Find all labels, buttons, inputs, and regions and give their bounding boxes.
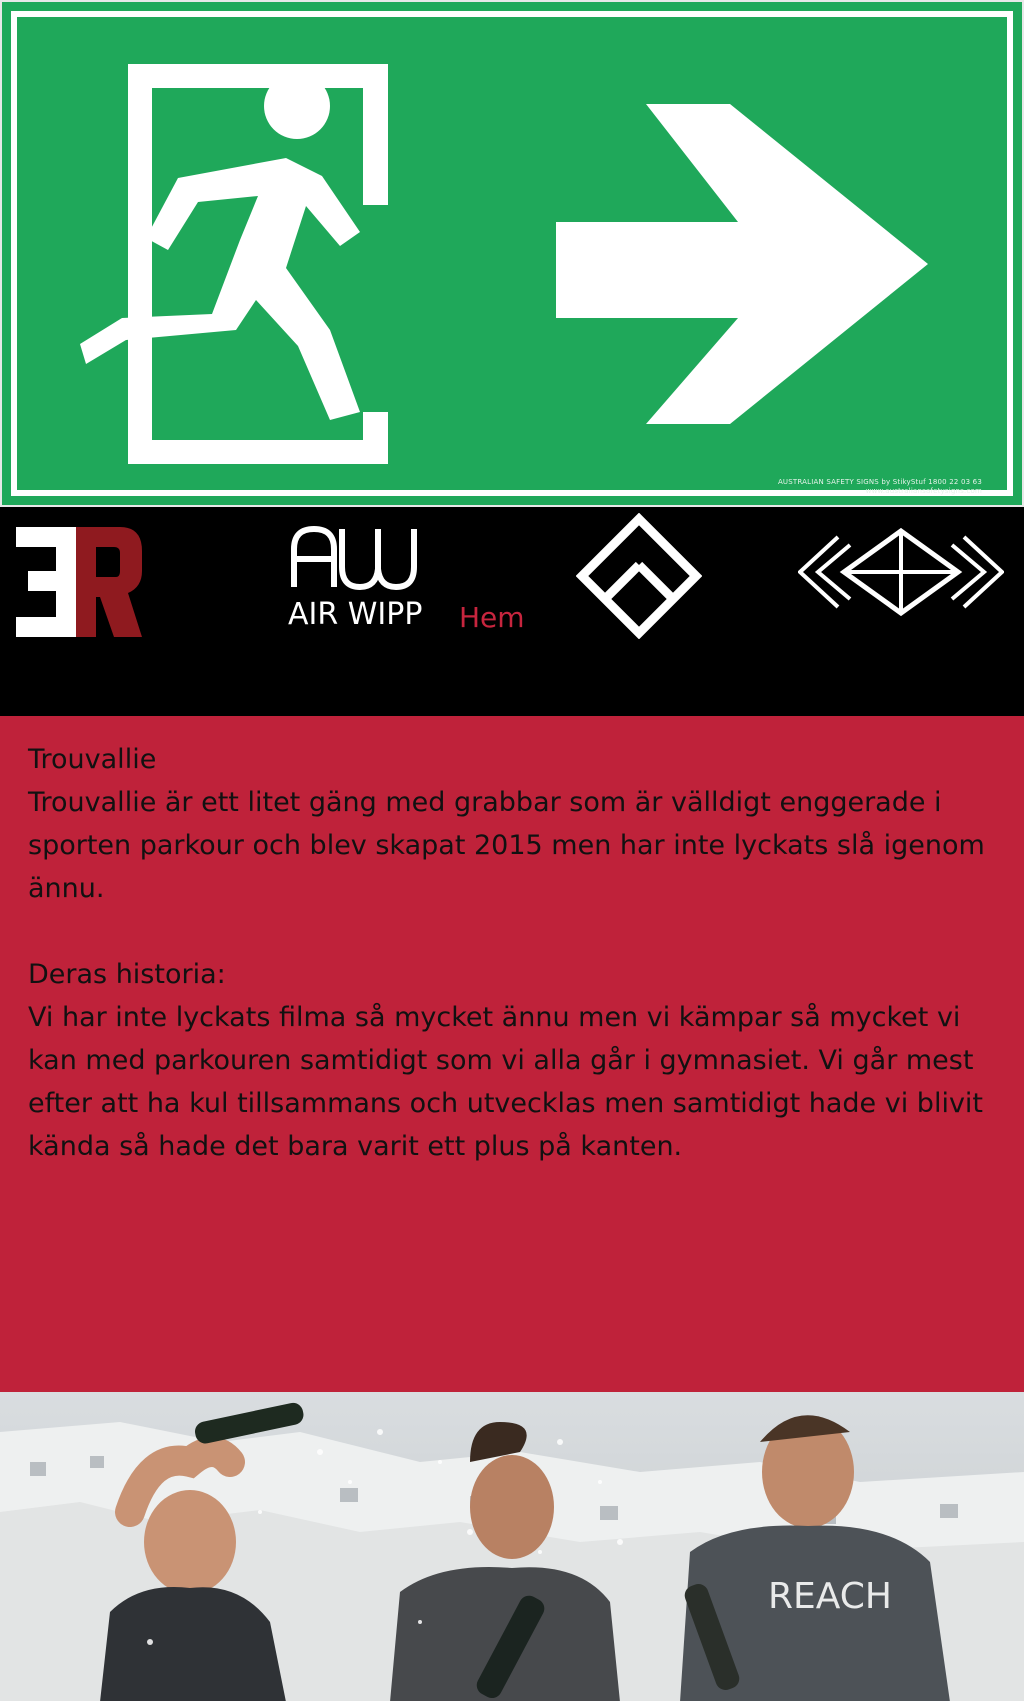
nav-bar: AIR WIPP Hem [0,507,1024,716]
diamond-logo-icon[interactable] [576,513,702,639]
intro-paragraph: Trouvallie är ett litet gäng med grabbar… [28,787,985,904]
sign-fineprint: AUSTRALIAN SAFETY SIGNS by StikyStuf 180… [778,478,982,496]
sign-fineprint-line2: www.australiansafetysigns.com [865,487,982,495]
content-section: Trouvallie Trouvallie är ett litet gäng … [0,716,1024,1392]
celebration-photo: REACH [0,1392,1024,1701]
page-title: Trouvallie [28,744,157,775]
trouvallie-logo[interactable] [16,527,142,637]
page: AUSTRALIAN SAFETY SIGNS by StikyStuf 180… [0,0,1024,1701]
shirt-reach-text: REACH [768,1576,892,1617]
hero-banner: AUSTRALIAN SAFETY SIGNS by StikyStuf 180… [0,0,1024,507]
sign-fineprint-line1: AUSTRALIAN SAFETY SIGNS by StikyStuf 180… [777,478,982,486]
celebration-photo-image: REACH [0,1392,1024,1701]
content-text: Trouvallie Trouvallie är ett litet gäng … [28,738,1008,1168]
nav-link-hem[interactable]: Hem [459,601,525,634]
air-wipp-aw-icon[interactable] [288,525,424,591]
winged-diamond-logo-icon[interactable] [798,527,1004,617]
history-paragraph: Vi har inte lyckats filma så mycket ännu… [28,1002,984,1162]
exit-sign-image [0,0,1024,507]
air-wipp-label[interactable]: AIR WIPP [288,597,422,632]
history-heading: Deras historia: [28,959,226,990]
